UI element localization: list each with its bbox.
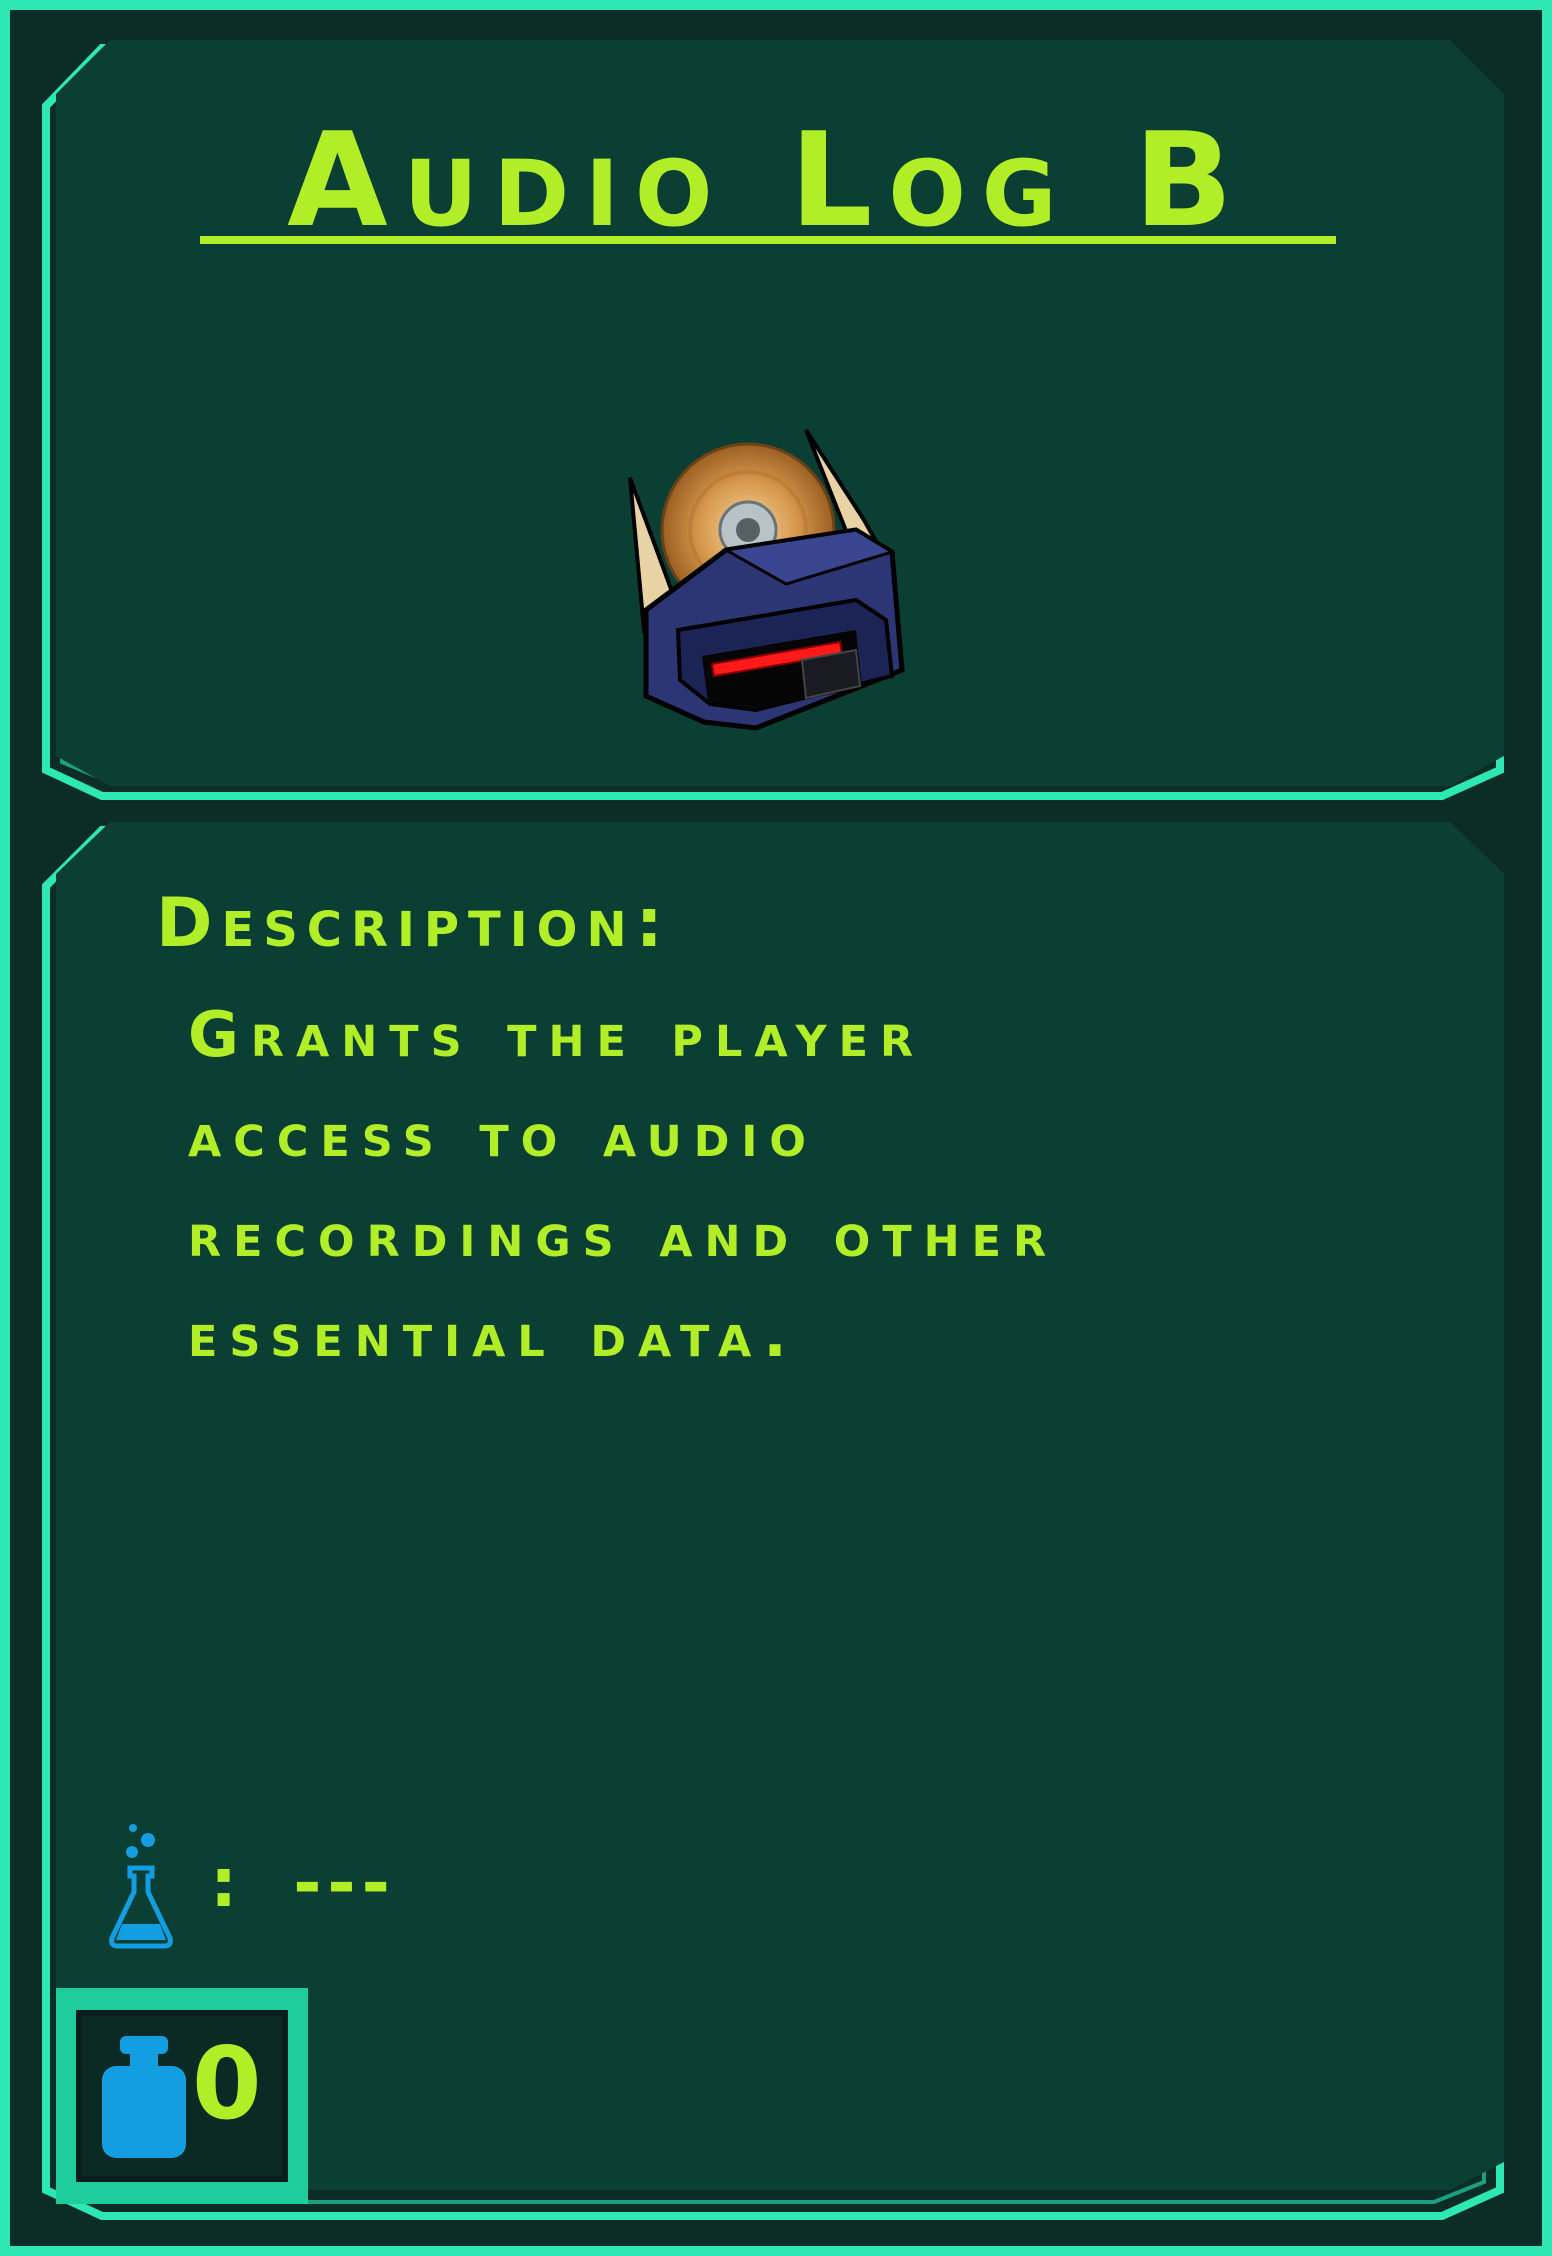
flask-icon xyxy=(109,1824,173,1949)
item-title: Audio Log B xyxy=(287,104,1249,256)
description-label: Description: xyxy=(156,884,672,963)
research-stat: : --- xyxy=(210,1850,396,1918)
audio-log-disc-device-icon xyxy=(628,428,905,731)
title-underline xyxy=(200,236,1336,244)
weight-box: 0 xyxy=(56,1988,308,2204)
description-text: Grants the player access to audio record… xyxy=(188,998,1059,1371)
weight-value: 0 xyxy=(192,2025,262,2142)
research-colon: : xyxy=(210,1844,244,1923)
weight-icon xyxy=(102,2036,186,2158)
weight-inner: 0 xyxy=(76,2010,288,2182)
research-value: --- xyxy=(293,1844,396,1923)
